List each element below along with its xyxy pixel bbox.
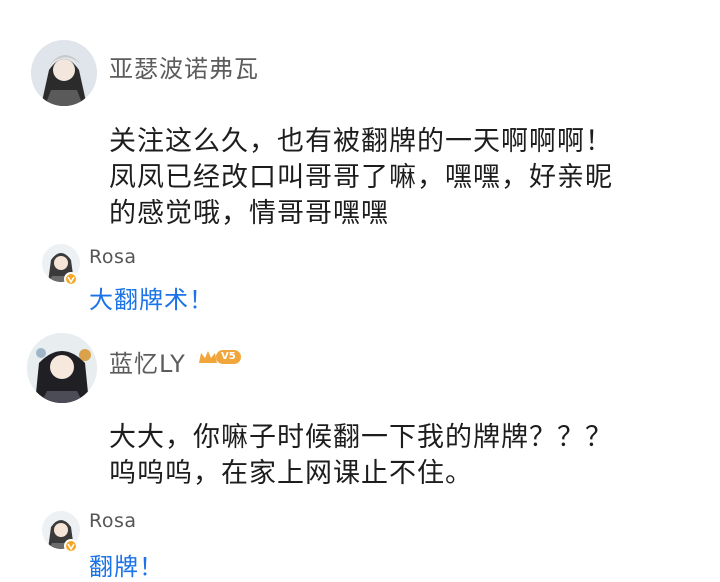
avatar[interactable] [31,40,97,106]
reply-item: Rosa 大翻牌术！ [0,236,720,316]
comment-line: 的感觉哦，情哥哥嘿嘿 [109,198,389,229]
crown-icon [199,351,217,363]
reply-content: 大翻牌术！ [89,286,214,314]
reply-username[interactable]: Rosa [89,246,137,268]
comment-content: 关注这么久，也有被翻牌的一天啊啊啊！ 凤凤已经改口叫哥哥了嘛，嘿嘿，好亲昵 的感… [109,124,613,232]
verified-badge-icon [64,272,78,286]
comment-item: 蓝忆LY V5 大大，你嘛子时候翻一下我的牌牌？？？ 呜呜呜，在家上网课止不住。 [0,320,720,510]
reply-username[interactable]: Rosa [89,510,137,532]
vip-badge: V5 [198,348,241,366]
comment-line: 凤凤已经改口叫哥哥了嘛，嘿嘿，好亲昵 [109,162,613,193]
comment-username[interactable]: 亚瑟波诺弗瓦 [109,49,259,84]
reply-item: Rosa 翻牌！ [0,503,720,581]
comment-content: 大大，你嘛子时候翻一下我的牌牌？？？ 呜呜呜，在家上网课止不住。 [109,420,613,492]
verified-badge-icon [64,539,78,553]
vip-level: V5 [216,350,241,364]
comment-line: 呜呜呜，在家上网课止不住。 [109,458,473,489]
comment-username[interactable]: 蓝忆LY [109,344,186,379]
comment-item: 亚瑟波诺弗瓦 关注这么久，也有被翻牌的一天啊啊啊！ 凤凤已经改口叫哥哥了嘛，嘿嘿… [0,0,720,255]
comment-line: 大大，你嘛子时候翻一下我的牌牌？？？ [109,422,613,453]
avatar[interactable] [27,333,97,403]
reply-content: 翻牌！ [89,553,164,581]
comment-line: 关注这么久，也有被翻牌的一天啊啊啊！ [109,126,613,157]
